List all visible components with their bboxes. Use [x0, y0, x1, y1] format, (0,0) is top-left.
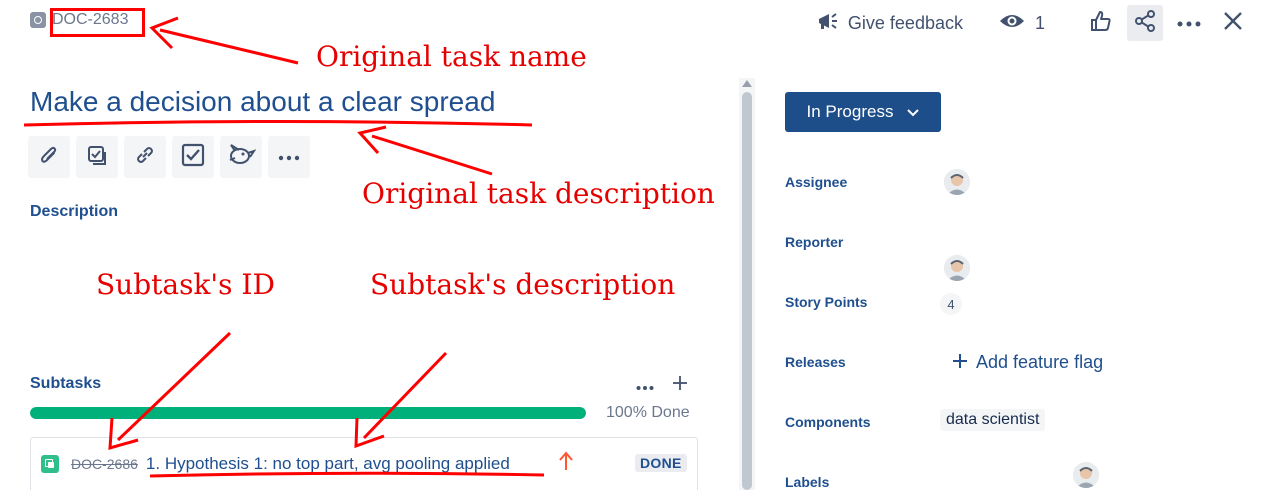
arrow-to-subtask-description	[354, 351, 448, 449]
arrow-to-task-description	[357, 125, 493, 176]
arrow-to-subtask-id	[108, 331, 232, 451]
annotation-arrows	[23, 16, 545, 478]
title-underline	[23, 120, 533, 127]
subtask-underline	[149, 471, 545, 478]
arrow-to-task-name	[149, 16, 299, 65]
